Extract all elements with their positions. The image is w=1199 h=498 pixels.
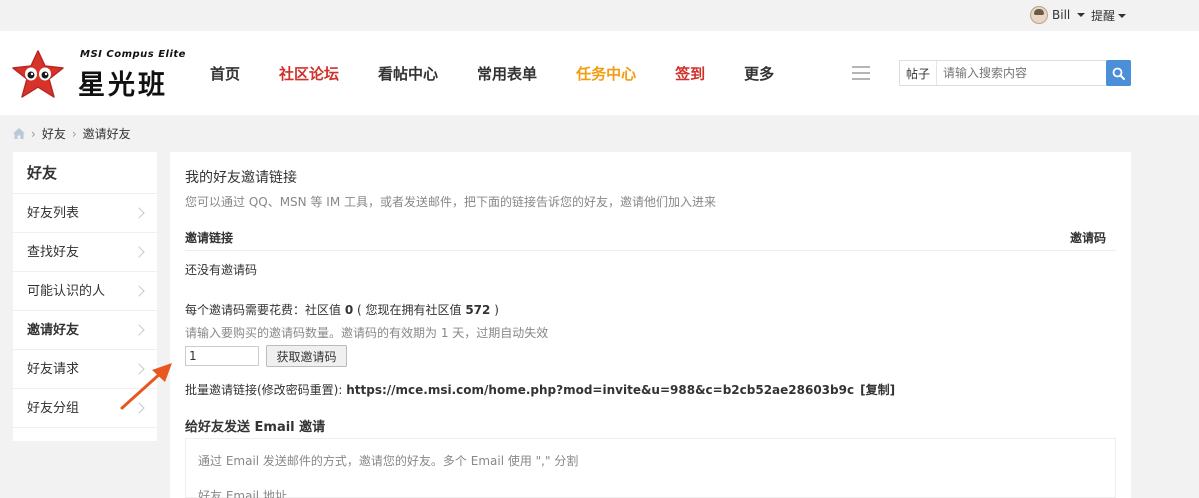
- quantity-hint: 请输入要购买的邀请码数量。邀请码的有效期为 1 天，过期自动失效: [185, 326, 549, 340]
- email-field-label: 好友 Email 地址: [198, 489, 287, 498]
- user-menu[interactable]: Bill: [1030, 6, 1086, 24]
- logo-title: 星光班: [78, 70, 168, 101]
- column-header-link: 邀请链接: [185, 231, 234, 245]
- batch-link-url[interactable]: https://mce.msi.com/home.php?mod=invite&…: [346, 383, 854, 397]
- nav-item-more[interactable]: 更多: [744, 63, 774, 84]
- annotation-arrow-icon: [120, 363, 172, 410]
- sidebar-item-label: 好友列表: [27, 206, 80, 221]
- breadcrumb-item-invite[interactable]: 邀请好友: [83, 125, 131, 142]
- top-bar: Bill 提醒: [0, 0, 1199, 31]
- username[interactable]: Bill: [1052, 8, 1070, 22]
- page-title: 我的好友邀请链接: [185, 170, 297, 186]
- main-nav: 首页 社区论坛 看帖中心 常用表单 任务中心 签到 更多: [210, 31, 813, 115]
- chevron-right-icon: [133, 207, 145, 219]
- email-invite-title: 给好友发送 Email 邀请: [185, 420, 326, 435]
- column-header-code: 邀请码: [1069, 231, 1106, 245]
- email-invite-description: 通过 Email 发送邮件的方式，邀请您的好友。多个 Email 使用 "," …: [198, 454, 579, 468]
- site-logo[interactable]: MSI Compus Elite 星光班: [10, 45, 200, 105]
- copy-link-button[interactable]: [复制]: [860, 383, 895, 397]
- chevron-down-icon[interactable]: [1077, 13, 1086, 17]
- quantity-input[interactable]: [185, 346, 259, 366]
- sidebar-title: 好友: [13, 152, 157, 194]
- email-invite-box: 通过 Email 发送邮件的方式，邀请您的好友。多个 Email 使用 "," …: [185, 438, 1116, 498]
- chevron-right-icon: [133, 246, 145, 258]
- batch-invite-link: 批量邀请链接(修改密码重置): https://mce.msi.com/home…: [185, 381, 895, 398]
- owned-value: 572: [465, 303, 491, 317]
- sidebar-item-friend-list[interactable]: 好友列表: [13, 194, 157, 233]
- batch-link-label: 批量邀请链接(修改密码重置):: [185, 383, 347, 397]
- sidebar-item-people-you-may-know[interactable]: 可能认识的人: [13, 272, 157, 311]
- sidebar-item-label: 好友请求: [27, 362, 80, 377]
- sidebar-item-invite-friends[interactable]: 邀请好友: [13, 311, 157, 350]
- remind-menu[interactable]: 提醒: [1091, 7, 1127, 24]
- home-icon[interactable]: [13, 128, 25, 139]
- cost-value: 0: [344, 303, 354, 317]
- sidebar-item-label: 好友分组: [27, 401, 80, 416]
- menu-icon[interactable]: [852, 66, 870, 80]
- sidebar-item-find-friends[interactable]: 查找好友: [13, 233, 157, 272]
- star-mascot-logo-icon: [12, 50, 64, 98]
- nav-item-checkin[interactable]: 签到: [675, 63, 705, 84]
- nav-item-forum[interactable]: 社区论坛: [279, 63, 339, 84]
- invite-panel: 我的好友邀请链接 您可以通过 QQ、MSN 等 IM 工具，或者发送邮件，把下面…: [170, 152, 1131, 498]
- search-bar: 帖子: [899, 60, 1131, 86]
- cost-prefix: 每个邀请码需要花费：社区值: [185, 303, 345, 317]
- search-button[interactable]: [1106, 60, 1131, 86]
- page-description: 您可以通过 QQ、MSN 等 IM 工具，或者发送邮件，把下面的链接告诉您的好友…: [185, 195, 716, 209]
- search-input[interactable]: [937, 61, 1106, 85]
- cost-middle: ( 您现在拥有社区值: [353, 303, 466, 317]
- breadcrumb: › 好友 › 邀请好友: [13, 125, 131, 142]
- empty-invite-message: 还没有邀请码: [185, 263, 258, 277]
- remind-label[interactable]: 提醒: [1091, 7, 1115, 24]
- get-invite-code-button[interactable]: 获取邀请码: [266, 345, 347, 367]
- cost-suffix: ): [490, 303, 499, 317]
- search-icon: [1112, 67, 1125, 80]
- sidebar-item-label: 邀请好友: [27, 323, 80, 338]
- logo-subtitle: MSI Compus Elite: [80, 49, 186, 60]
- search-type-select[interactable]: 帖子: [900, 61, 938, 85]
- chevron-right-icon: [133, 324, 145, 336]
- chevron-right-icon: [133, 285, 145, 297]
- nav-item-posts[interactable]: 看帖中心: [378, 63, 438, 84]
- avatar[interactable]: [1030, 6, 1048, 24]
- site-header: MSI Compus Elite 星光班 首页 社区论坛 看帖中心 常用表单 任…: [0, 31, 1199, 115]
- nav-item-forms[interactable]: 常用表单: [477, 63, 537, 84]
- nav-item-tasks[interactable]: 任务中心: [576, 63, 636, 84]
- breadcrumb-separator: ›: [31, 126, 36, 141]
- divider: [185, 250, 1116, 251]
- chevron-down-icon[interactable]: [1118, 13, 1127, 18]
- invite-cost-text: 每个邀请码需要花费：社区值 0 ( 您现在拥有社区值 572 ): [185, 301, 499, 318]
- breadcrumb-separator: ›: [71, 126, 77, 141]
- sidebar-item-label: 可能认识的人: [27, 284, 106, 299]
- sidebar-item-label: 查找好友: [27, 245, 80, 260]
- invite-table-header: 邀请链接 邀请码: [185, 229, 1116, 246]
- breadcrumb-item-friends[interactable]: 好友: [42, 125, 66, 142]
- nav-item-home[interactable]: 首页: [210, 63, 240, 84]
